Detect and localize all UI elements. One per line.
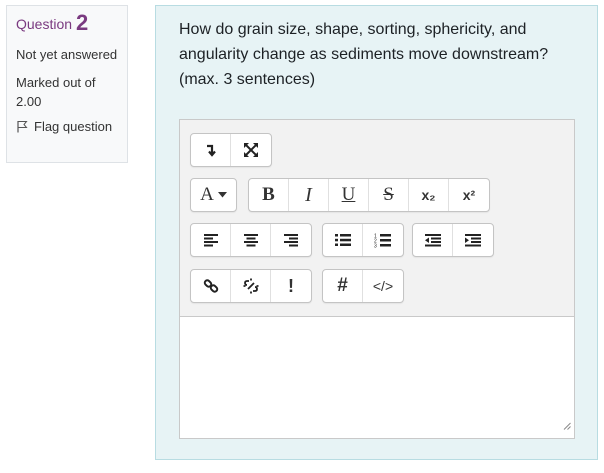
superscript-label: x² xyxy=(462,187,476,203)
caret-down-icon xyxy=(217,192,227,198)
superscript-button[interactable]: x² xyxy=(449,179,489,211)
ordered-list-button[interactable]: 1 2 3 xyxy=(363,224,403,256)
flag-question-label: Flag question xyxy=(34,119,113,134)
align-center-button[interactable] xyxy=(231,224,271,256)
toolbar-group-code: # </> xyxy=(322,269,404,303)
align-center-icon xyxy=(243,233,259,247)
unlink-button[interactable] xyxy=(231,270,271,302)
question-info-panel: Question 2 Not yet answered Marked out o… xyxy=(6,5,128,163)
question-number: Question 2 xyxy=(16,12,118,34)
align-left-icon xyxy=(203,233,219,247)
outdent-button[interactable] xyxy=(413,224,453,256)
link-button[interactable] xyxy=(191,270,231,302)
bold-label: B xyxy=(262,184,275,205)
answer-textarea[interactable] xyxy=(180,317,574,438)
equation-button[interactable]: # xyxy=(323,270,363,302)
subscript-label: x₂ xyxy=(421,187,436,203)
unordered-list-button[interactable] xyxy=(323,224,363,256)
font-style-label: A xyxy=(200,184,214,205)
italic-button[interactable]: I xyxy=(289,179,329,211)
html-source-button[interactable]: </> xyxy=(363,270,403,302)
toolbar-group-indent xyxy=(412,223,494,257)
outdent-icon xyxy=(424,233,442,247)
indent-button[interactable] xyxy=(453,224,493,256)
italic-label: I xyxy=(305,183,312,206)
numbered-list-icon: 1 2 3 xyxy=(374,233,392,248)
strikethrough-button[interactable]: S xyxy=(369,179,409,211)
toolbar-group-links: ! xyxy=(190,269,312,303)
align-right-button[interactable] xyxy=(271,224,311,256)
toolbar-group-show-more xyxy=(190,133,272,167)
question-text: How do grain size, shape, sorting, spher… xyxy=(179,21,549,88)
toolbar-group-align xyxy=(190,223,312,257)
editor-toolbar: A B I U S x₂ x² 1 2 3 ! # </> xyxy=(180,120,574,317)
question-content: How do grain size, shape, sorting, spher… xyxy=(155,5,598,460)
question-grade: Marked out of 2.00 xyxy=(16,75,96,109)
toolbar-group-text: B I U S x₂ x² xyxy=(248,178,490,212)
question-state: Not yet answered xyxy=(16,47,118,62)
flag-question-link[interactable]: Flag question xyxy=(16,119,118,134)
resize-grip-icon[interactable] xyxy=(563,417,571,435)
unlink-icon xyxy=(243,278,259,294)
text-editor: A B I U S x₂ x² 1 2 3 ! # </> xyxy=(179,119,575,439)
accessibility-label: ! xyxy=(288,275,294,296)
hash-label: # xyxy=(337,275,348,296)
strikethrough-label: S xyxy=(383,184,394,205)
underline-label: U xyxy=(341,184,356,205)
align-right-icon xyxy=(283,233,299,247)
expand-icon xyxy=(243,142,259,158)
indent-icon xyxy=(464,233,482,247)
align-left-button[interactable] xyxy=(191,224,231,256)
show-more-buttons-button[interactable] xyxy=(191,134,231,166)
html-label: </> xyxy=(372,278,394,294)
subscript-button[interactable]: x₂ xyxy=(409,179,449,211)
bullet-list-icon xyxy=(334,233,352,247)
flag-icon xyxy=(16,120,28,133)
fullscreen-button[interactable] xyxy=(231,134,271,166)
toolbar-group-style: A xyxy=(190,178,237,212)
font-style-dropdown[interactable]: A xyxy=(191,179,236,211)
link-icon xyxy=(203,278,219,294)
underline-button[interactable]: U xyxy=(329,179,369,211)
question-number-value: 2 xyxy=(75,10,89,35)
bold-button[interactable]: B xyxy=(249,179,289,211)
question-label: Question xyxy=(16,16,73,32)
accessibility-checker-button[interactable]: ! xyxy=(271,270,311,302)
toolbar-group-lists: 1 2 3 xyxy=(322,223,404,257)
svg-text:3: 3 xyxy=(374,243,377,248)
arrow-down-icon xyxy=(204,143,218,157)
